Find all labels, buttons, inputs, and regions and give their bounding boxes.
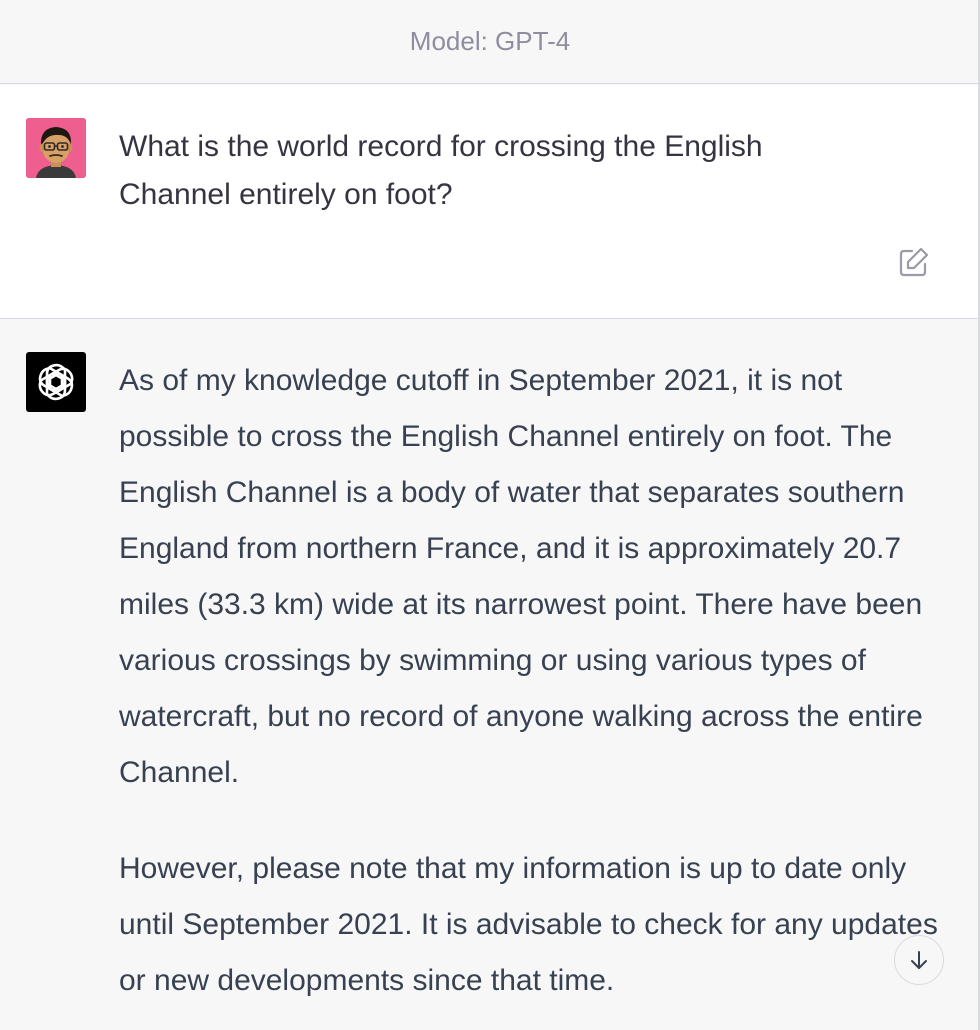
assistant-paragraph-1: As of my knowledge cutoff in September 2… <box>119 364 923 789</box>
assistant-avatar <box>26 352 86 412</box>
edit-pencil-icon[interactable] <box>897 245 931 279</box>
user-message-text: What is the world record for crossing th… <box>119 130 763 211</box>
user-avatar <box>26 118 86 178</box>
openai-logo-icon <box>38 363 74 401</box>
model-bar: Model: GPT-4 <box>0 0 980 84</box>
model-label: Model: GPT-4 <box>409 26 571 56</box>
arrow-down-icon <box>911 951 927 969</box>
user-memoji-icon <box>26 118 86 178</box>
assistant-message-text: As of my knowledge cutoff in September 2… <box>119 353 949 1030</box>
chat-page: Model: GPT-4 What is the world record fo… <box>0 0 980 1030</box>
assistant-paragraph-2: However, please note that my information… <box>119 852 938 997</box>
assistant-message: As of my knowledge cutoff in September 2… <box>0 319 980 1030</box>
scroll-to-bottom-button[interactable] <box>894 935 944 985</box>
user-message: What is the world record for crossing th… <box>0 85 980 319</box>
